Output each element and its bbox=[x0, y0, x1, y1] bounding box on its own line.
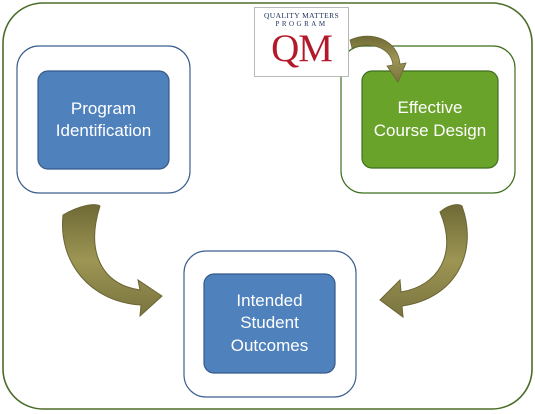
quality-matters-logo: QUALITY MATTERS PROGRAM QM bbox=[254, 7, 349, 77]
program-identification-label: Program Identification bbox=[55, 98, 152, 140]
effective-course-design-label: Effective Course Design bbox=[373, 98, 487, 140]
intended-student-outcomes-label: Intended Student Outcomes bbox=[230, 291, 309, 355]
logo-line-quality-matters: QUALITY MATTERS bbox=[263, 11, 340, 20]
logo-qm-mark: QM bbox=[271, 27, 333, 70]
